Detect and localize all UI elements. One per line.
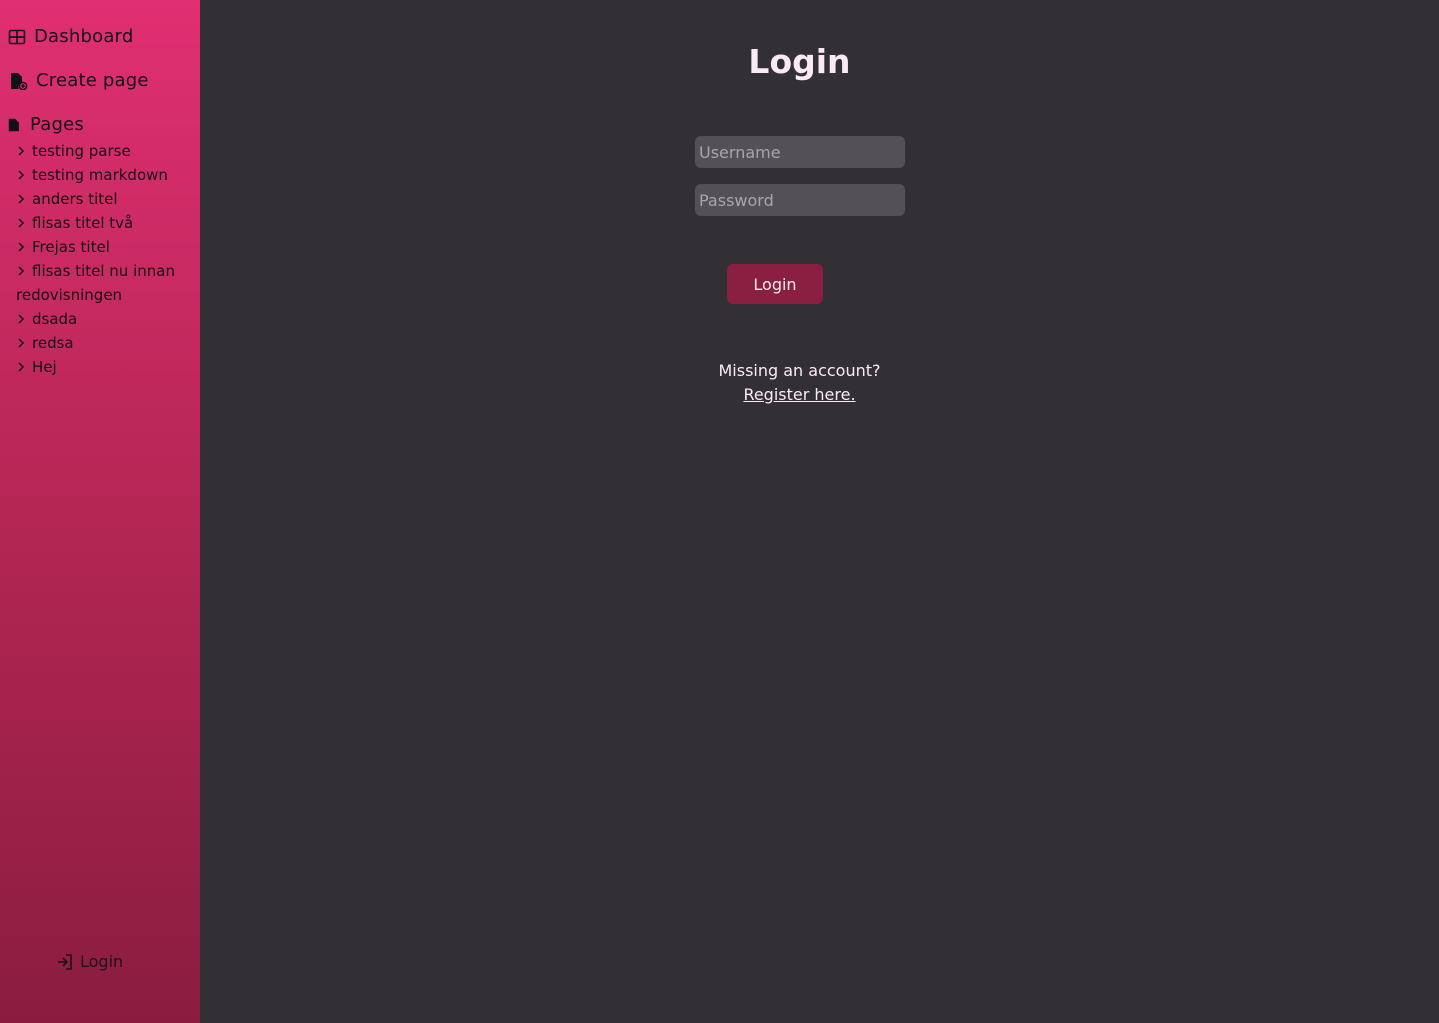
grid-icon [8, 29, 26, 44]
page-list-item-label: dsada [32, 310, 78, 328]
page-list-item-label: Hej [32, 358, 57, 376]
page-list-item-label: redsa [32, 334, 74, 352]
page-list-item[interactable]: redsa [16, 331, 196, 355]
page-list-item[interactable]: Frejas titel [16, 235, 196, 259]
page-list-item-label: anders titel [32, 190, 118, 208]
page-list-item-label: flisas titel nu innan redovisningen [16, 262, 175, 304]
page-list-item[interactable]: testing parse [16, 139, 196, 163]
file-icon [8, 118, 19, 131]
sidebar-section-pages: Pages [8, 114, 84, 135]
page-list-item-label: Frejas titel [32, 238, 110, 256]
page-list-item-label: flisas titel två [32, 214, 134, 232]
page-list-item[interactable]: flisas titel nu innan redovisningen [16, 259, 196, 307]
page-list-item[interactable]: testing markdown [16, 163, 196, 187]
page-list-item-label: testing markdown [32, 166, 168, 184]
chevron-right-icon [18, 314, 25, 324]
register-link[interactable]: Register here. [743, 385, 855, 404]
register-wrapper: Register here. [200, 385, 1399, 404]
chevron-right-icon [18, 362, 25, 372]
page-list-item[interactable]: flisas titel två [16, 211, 196, 235]
sidebar-item-dashboard[interactable]: Dashboard [8, 26, 133, 47]
login-button[interactable]: Login [727, 264, 823, 304]
page-list-item[interactable]: anders titel [16, 187, 196, 211]
sidebar-login-link[interactable]: Login [56, 952, 123, 971]
login-icon [58, 953, 72, 970]
main-content: Login Login Missing an account? Register… [200, 0, 1439, 1023]
page-list-item-label: testing parse [32, 142, 131, 160]
chevron-right-icon [18, 170, 25, 180]
chevron-right-icon [18, 194, 25, 204]
sidebar-item-label: Dashboard [34, 26, 134, 47]
page-list-item[interactable]: dsada [16, 307, 196, 331]
chevron-right-icon [18, 242, 25, 252]
sidebar: Dashboard Create page Pages testing pars… [0, 0, 200, 1023]
username-input[interactable] [695, 136, 905, 168]
chevron-right-icon [18, 338, 25, 348]
missing-account-text: Missing an account? [718, 361, 881, 380]
page-title: Login [748, 42, 851, 81]
page-list-item[interactable]: Hej [16, 355, 196, 379]
sidebar-section-label: Pages [30, 114, 84, 135]
file-add-icon [11, 72, 28, 90]
sidebar-item-create-page[interactable]: Create page [8, 70, 149, 91]
page-list: testing parse testing markdown anders ti… [16, 139, 196, 379]
chevron-right-icon [18, 218, 25, 228]
sidebar-login-label: Login [80, 952, 124, 971]
password-input[interactable] [695, 184, 905, 216]
chevron-right-icon [18, 266, 25, 276]
chevron-right-icon [18, 146, 25, 156]
sidebar-item-label: Create page [36, 70, 149, 91]
